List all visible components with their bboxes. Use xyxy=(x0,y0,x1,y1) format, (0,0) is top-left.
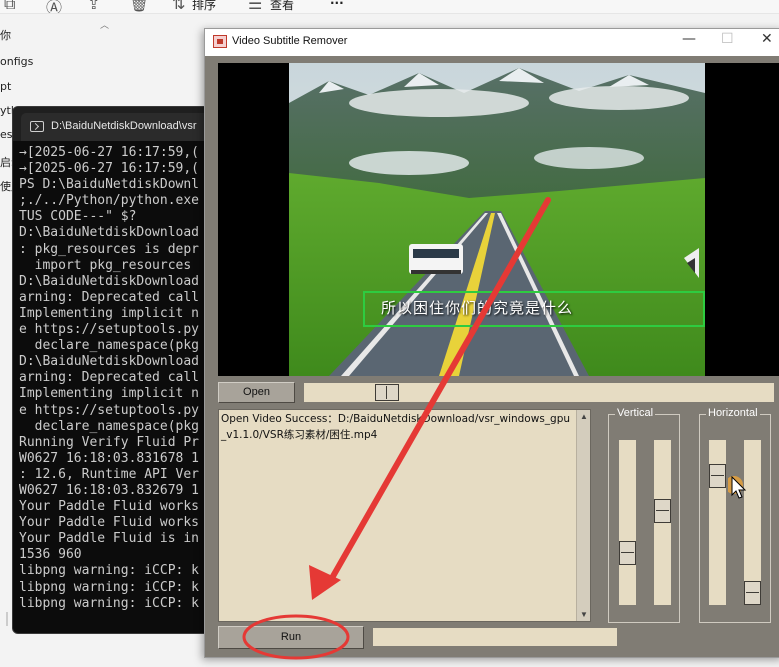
nav-item[interactable]: onfigs xyxy=(0,55,33,68)
delete-icon[interactable]: 🗑 xyxy=(129,0,149,13)
maximize-button[interactable]: ☐ xyxy=(721,31,734,47)
minimize-button[interactable]: — xyxy=(682,31,696,47)
vertical-group: Vertical xyxy=(608,407,680,623)
vertical-label: Vertical xyxy=(615,407,656,419)
mouse-pointer-icon xyxy=(725,475,750,505)
rename-icon[interactable]: Ⓐ xyxy=(46,0,62,13)
sort-indicator-icon: ︿ xyxy=(100,20,110,30)
video-preview: 所以困住你们的究竟是什么 xyxy=(218,63,779,376)
open-button[interactable]: Open xyxy=(218,382,295,403)
run-button[interactable]: Run xyxy=(218,626,364,649)
view-icon[interactable]: ☰ xyxy=(248,0,262,13)
copy-icon[interactable]: ⧉ xyxy=(4,0,15,13)
progress-bar xyxy=(373,628,617,646)
scroll-up-icon[interactable]: ▲ xyxy=(580,412,588,421)
nav-item[interactable]: pt xyxy=(0,80,11,93)
horizontal-group: Horizontal xyxy=(699,407,771,623)
terminal-icon xyxy=(30,121,44,132)
share-icon[interactable]: ⇪ xyxy=(87,0,100,13)
video-frame-image xyxy=(289,63,705,376)
more-options-button[interactable]: ··· xyxy=(330,0,344,10)
terminal-cursor xyxy=(6,612,8,626)
vertical-slider-1-thumb[interactable] xyxy=(619,541,636,565)
log-text: Open Video Success：D:/BaiduNetdiskDownlo… xyxy=(221,413,571,441)
terminal-tab[interactable]: D:\BaiduNetdiskDownload\vsr xyxy=(21,113,211,141)
nav-item[interactable]: 你 xyxy=(0,27,11,43)
explorer-toolbar: ⧉ Ⓐ ⇪ 🗑 ⇅ 排序 ☰ 查看 ··· xyxy=(0,0,779,14)
terminal-tab-title: D:\BaiduNetdiskDownload\vsr xyxy=(51,120,197,132)
video-subtitle-remover-window: Video Subtitle Remover — ☐ ✕ 所以困住你们的究竟是什… xyxy=(204,28,779,658)
subtitle-text: 所以困住你们的究竟是什么 xyxy=(381,299,574,317)
title-bar[interactable]: Video Subtitle Remover — ☐ ✕ xyxy=(205,29,779,56)
horizontal-label: Horizontal xyxy=(706,407,760,419)
scroll-down-icon[interactable]: ▼ xyxy=(580,610,588,619)
app-icon xyxy=(213,35,227,48)
log-scrollbar[interactable]: ▲ ▼ xyxy=(576,410,590,621)
close-button[interactable]: ✕ xyxy=(761,31,773,47)
horizontal-slider-2-thumb[interactable] xyxy=(744,581,761,605)
log-output[interactable]: Open Video Success：D:/BaiduNetdiskDownlo… xyxy=(218,409,591,622)
sort-icon[interactable]: ⇅ xyxy=(172,0,185,13)
vertical-slider-1-track[interactable] xyxy=(619,440,636,605)
window-title: Video Subtitle Remover xyxy=(232,35,348,47)
view-button[interactable]: 查看 xyxy=(270,0,294,13)
horizontal-slider-1-thumb[interactable] xyxy=(709,464,726,488)
seek-slider-thumb[interactable] xyxy=(375,384,400,401)
sort-button[interactable]: 排序 xyxy=(192,0,216,13)
vertical-slider-2-thumb[interactable] xyxy=(654,499,671,523)
